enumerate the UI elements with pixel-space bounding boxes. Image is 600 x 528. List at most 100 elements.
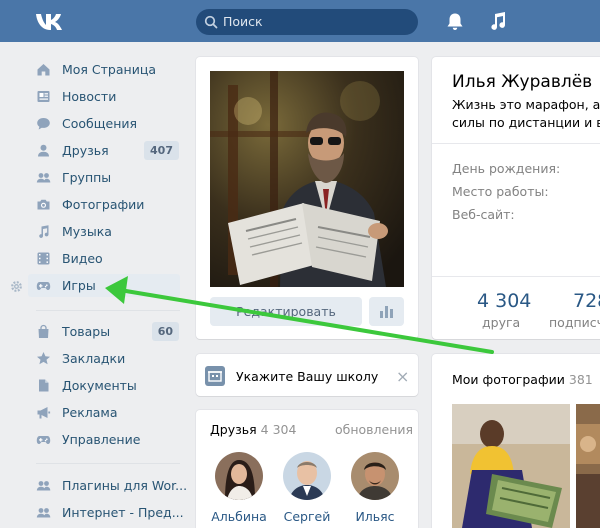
website-label: Веб-сайт: [452,207,515,222]
music-note-icon[interactable] [488,11,508,31]
sidebar-item-label: Друзья [62,143,109,158]
vk-logo-icon[interactable] [34,11,68,33]
counters-divider [432,276,600,277]
photo-thumbnail-image [452,404,570,528]
sidebar-item-5[interactable]: Фотографии [28,193,180,216]
profile-name: Илья Журавлёв [452,72,593,92]
messages-icon [37,118,50,130]
gamepad-icon [36,282,51,290]
menu-divider [36,463,180,464]
friends-counter-label[interactable]: друга [482,315,520,330]
profile-status[interactable]: Жизнь это марафон, а не силы по дистанци… [452,96,600,132]
photos-title[interactable]: Мои фотографии 381 [452,372,593,387]
friend-name[interactable]: Ильяс [340,509,410,524]
workplace-label: Место работы: [452,184,549,199]
sidebar-item-8[interactable]: Игры [28,274,180,297]
music-icon [39,225,49,238]
friend-card-ilyas[interactable]: Ильяс [350,452,400,524]
status-line: Жизнь это марафон, а не [452,97,600,112]
sidebar-item-label: Группы [62,170,112,185]
groups-icon [36,173,51,183]
sidebar-item-14[interactable]: Плагины для Wor... [28,474,187,497]
photos-count: 381 [568,372,593,387]
top-header: Поиск [0,0,600,42]
sidebar-item-label: Реклама [62,405,118,420]
friends-counter-value[interactable]: 4 304 [477,290,531,312]
photo-thumbnail-image [576,404,600,528]
sidebar-item-label: Плагины для Wor... [62,478,188,493]
statistics-button[interactable] [369,297,404,326]
menu-divider [36,310,180,311]
friend-name[interactable]: Альбина [204,509,274,524]
friend-avatar [283,452,331,500]
sidebar-item-1[interactable]: Новости [28,85,180,108]
sidebar-item-label: Закладки [62,351,126,366]
info-divider [432,143,600,144]
friend-card-sergey[interactable]: Сергей [282,452,332,524]
document-icon [39,379,49,392]
sidebar-item-9[interactable]: Товары 60 [28,320,180,343]
gear-icon[interactable] [10,280,23,293]
camera-icon [37,199,50,210]
profile-photo[interactable] [210,71,404,287]
video-icon [37,252,50,265]
gamepad-icon [36,436,51,444]
sidebar-item-label: Новости [62,89,117,104]
bell-icon[interactable] [446,12,464,31]
friend-avatar [215,452,263,500]
friends-count: 4 304 [260,422,297,437]
sidebar-item-11[interactable]: Документы [28,374,180,397]
photo-thumbnail[interactable] [452,404,570,528]
close-icon[interactable]: × [396,367,409,386]
sidebar-item-label: Музыка [62,224,112,239]
sidebar-item-label: Фотографии [62,197,145,212]
status-line: силы по дистанции и вы [452,115,600,130]
followers-counter-label[interactable]: подписч [549,315,600,330]
search-icon [204,15,218,29]
star-icon [37,352,50,365]
friends-title-label: Друзья [210,422,257,437]
friend-card-albina[interactable]: Альбина [211,452,267,524]
sidebar-item-label: Игры [62,278,96,293]
sidebar-item-6[interactable]: Музыка [28,220,180,243]
sidebar-item-label: Товары [62,324,111,339]
school-prompt[interactable]: Укажите Вашу школу [236,369,378,384]
friend-name[interactable]: Сергей [272,509,342,524]
sidebar-item-10[interactable]: Закладки [28,347,180,370]
bag-icon [38,324,49,338]
group-icon [36,481,51,491]
edit-profile-button[interactable]: Редактировать [210,297,362,326]
sidebar-item-15[interactable]: Интернет - Пред... [28,501,184,524]
photos-title-label: Мои фотографии [452,372,565,387]
profile-photo-image [210,71,404,287]
search-input[interactable]: Поиск [196,9,418,35]
sidebar-item-2[interactable]: Сообщения [28,112,180,135]
sidebar-item-label: Моя Страница [62,62,156,77]
group-icon [36,508,51,518]
bar-chart-icon [380,306,393,318]
sidebar-item-counter: 60 [151,322,179,341]
sidebar-item-3[interactable]: Друзья 407 [28,139,180,162]
photo-thumbnail[interactable] [576,404,600,528]
friends-updates-link[interactable]: обновления [335,422,413,437]
sidebar-item-13[interactable]: Управление [28,428,180,451]
sidebar-item-4[interactable]: Группы [28,166,180,189]
news-icon [37,91,50,102]
megaphone-icon [37,407,51,419]
sidebar-item-label: Сообщения [62,116,138,131]
sidebar-item-12[interactable]: Реклама [28,401,180,424]
sidebar-item-label: Видео [62,251,103,266]
sidebar-item-counter: 407 [144,141,179,160]
friends-title[interactable]: Друзья 4 304 [210,422,296,437]
sidebar-item-label: Документы [62,378,137,393]
search-placeholder: Поиск [223,14,263,29]
followers-counter-value[interactable]: 728 [573,290,600,312]
sidebar-item-label: Интернет - Пред... [62,505,184,520]
birthday-label: День рождения: [452,161,561,176]
friend-avatar [351,452,399,500]
home-icon [37,64,50,76]
school-building-icon [205,366,225,386]
sidebar-item-7[interactable]: Видео [28,247,180,270]
friends-icon [38,144,49,157]
sidebar-item-0[interactable]: Моя Страница [28,58,180,81]
